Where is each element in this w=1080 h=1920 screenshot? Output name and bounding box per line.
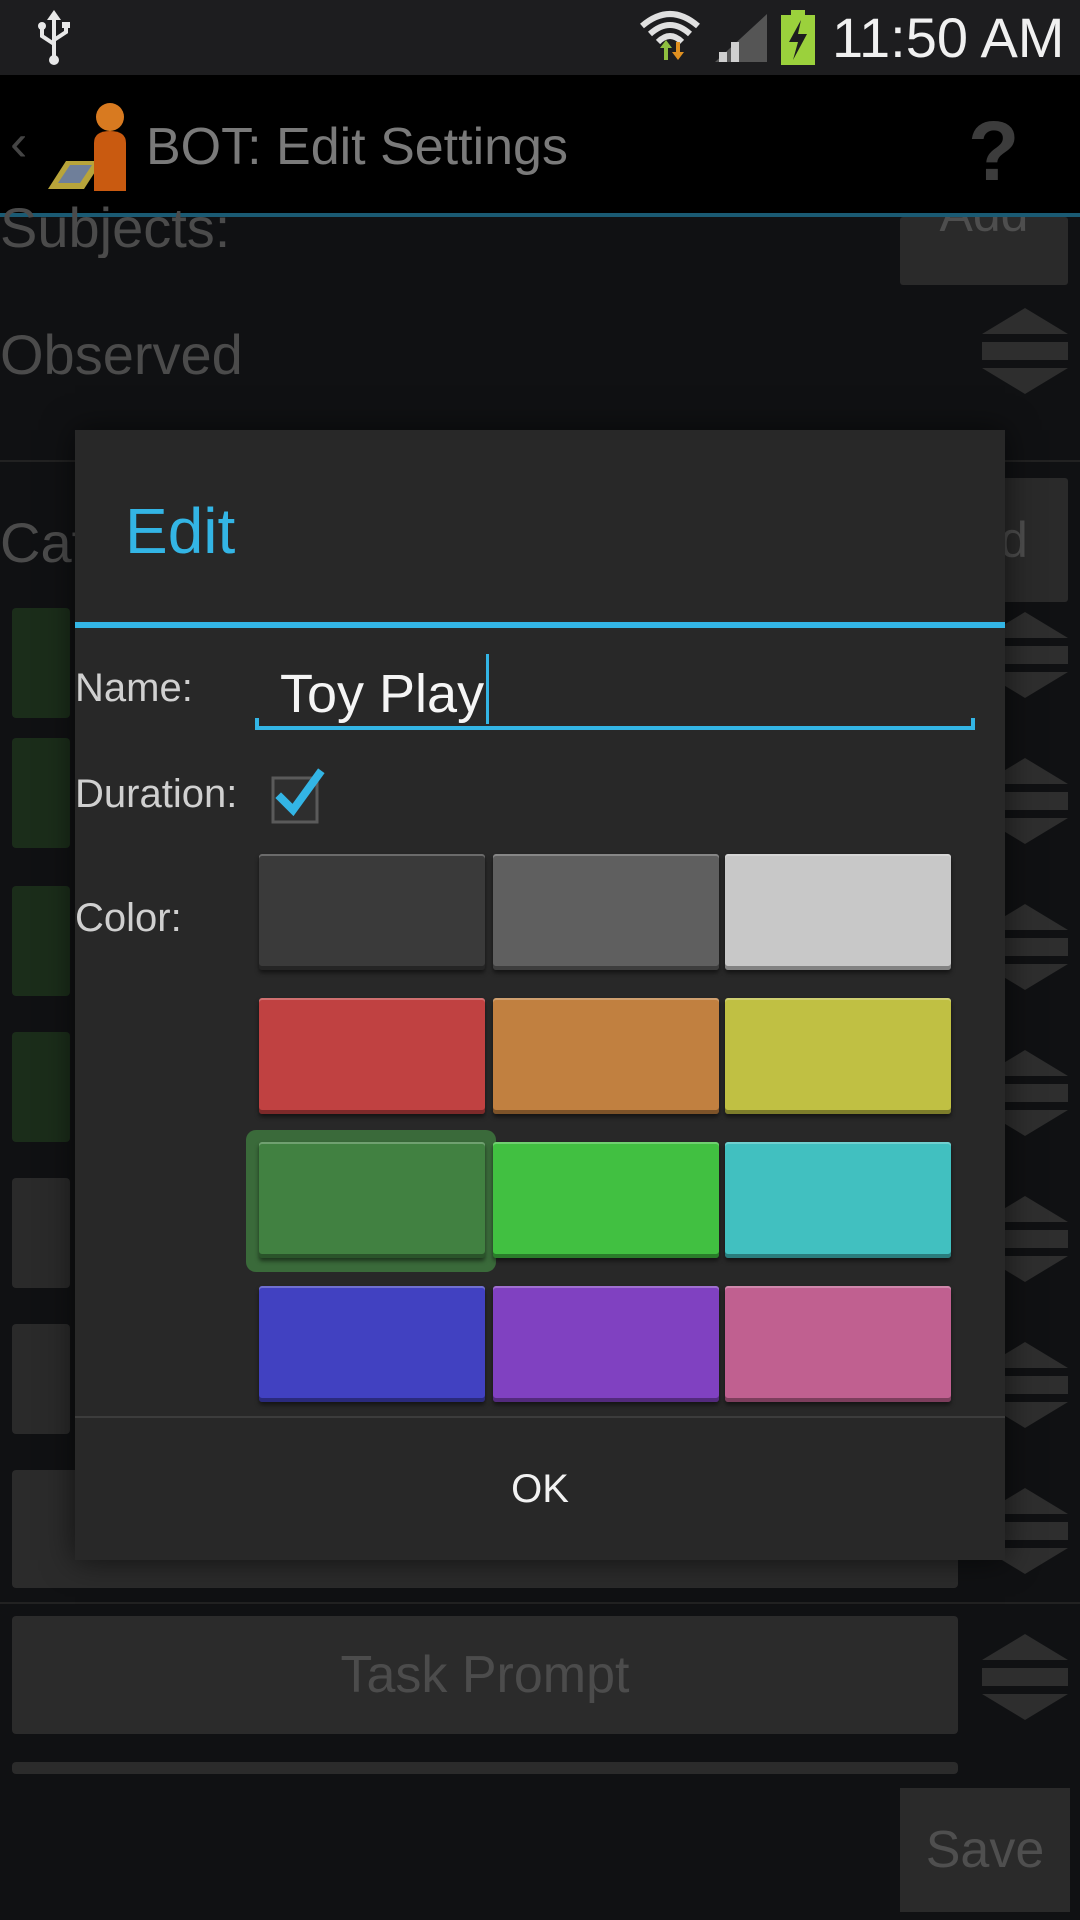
save-button[interactable]: Save (900, 1788, 1070, 1912)
color-swatch-orange[interactable] (493, 998, 719, 1114)
color-swatch-red[interactable] (259, 998, 485, 1114)
name-input-value: Toy Play (280, 654, 490, 725)
category-item[interactable] (12, 1032, 70, 1142)
reorder-handle-icon[interactable] (980, 306, 1070, 396)
dialog-title-divider (75, 622, 1005, 628)
category-item[interactable] (12, 1762, 958, 1774)
dialog-title: Edit (125, 495, 236, 567)
duration-checkbox[interactable] (269, 768, 327, 826)
color-swatch-green[interactable] (493, 1142, 719, 1258)
name-label: Name: (75, 666, 193, 710)
page-title: BOT: Edit Settings (146, 118, 568, 176)
color-swatch-purple[interactable] (493, 1286, 719, 1402)
observed-label: Observed (0, 323, 243, 386)
back-chevron-icon[interactable]: ‹ (10, 113, 27, 173)
add-subject-label: Add (940, 217, 1029, 242)
color-swatch-pink[interactable] (725, 1286, 951, 1402)
signal-icon (715, 14, 767, 62)
app-logo-icon[interactable] (44, 103, 134, 191)
color-swatch-dark-gray[interactable] (259, 854, 485, 970)
category-item[interactable] (12, 608, 70, 718)
task-prompt-button[interactable]: Task Prompt (12, 1616, 958, 1734)
add-subject-button[interactable]: Add (900, 217, 1068, 285)
color-swatch-blue[interactable] (259, 1286, 485, 1402)
color-swatch-cyan[interactable] (725, 1142, 951, 1258)
category-item[interactable] (12, 738, 70, 848)
category-item[interactable] (12, 886, 70, 996)
wifi-icon (640, 11, 700, 60)
battery-charging-icon (781, 10, 815, 65)
text-caret (486, 654, 490, 724)
ok-button[interactable]: OK (75, 1418, 1005, 1560)
category-item[interactable] (12, 1324, 70, 1434)
name-input[interactable]: Toy Play (255, 650, 975, 730)
color-swatch-yellow[interactable] (725, 998, 951, 1114)
status-bar: 11:50 AM (0, 0, 1080, 75)
row-divider (0, 1602, 1080, 1604)
clock: 11:50 AM (832, 6, 1065, 69)
reorder-handle-icon[interactable] (980, 1632, 1070, 1722)
edit-dialog: Edit Name: Toy Play Duration: Color: OK (75, 430, 1005, 1560)
category-item[interactable] (12, 1178, 70, 1288)
subjects-label: Subjects: (0, 198, 231, 258)
duration-label: Duration: (75, 772, 238, 816)
action-bar: ‹ BOT: Edit Settings ? (0, 75, 1080, 213)
color-swatch-light-gray[interactable] (725, 854, 951, 970)
help-icon[interactable]: ? (968, 103, 1019, 200)
color-swatch-dark-green[interactable] (259, 1142, 485, 1258)
color-swatch-gray[interactable] (493, 854, 719, 970)
color-label: Color: (75, 896, 182, 940)
usb-icon (38, 10, 70, 65)
